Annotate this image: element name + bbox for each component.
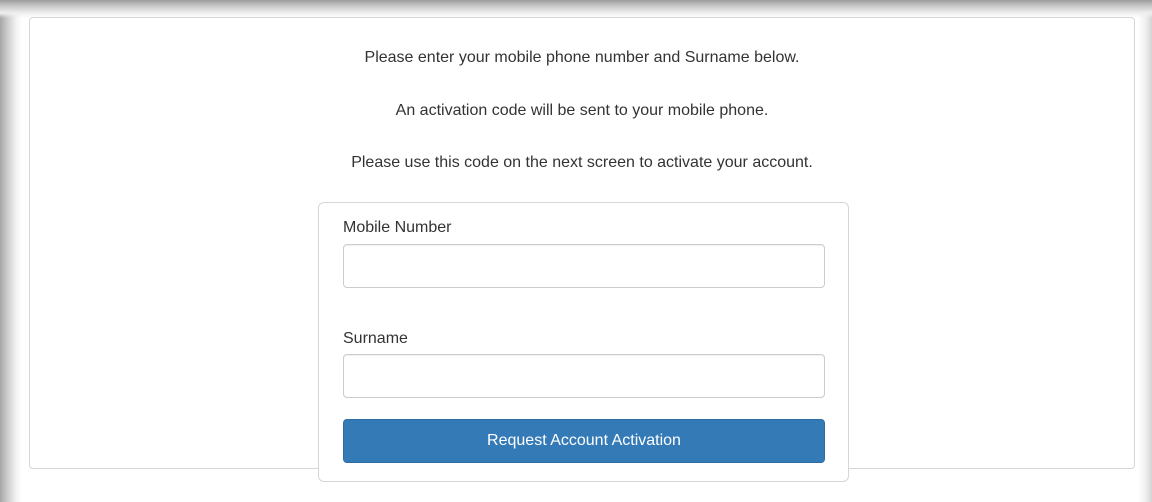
activation-panel: Please enter your mobile phone number an… xyxy=(29,17,1135,482)
activation-form-card: Mobile Number Surname Request Account Ac… xyxy=(318,202,849,482)
surname-label: Surname xyxy=(343,330,408,347)
mobile-number-input[interactable] xyxy=(343,244,825,288)
instruction-line-3: Please use this code on the next screen … xyxy=(351,154,813,171)
request-account-activation-button[interactable]: Request Account Activation xyxy=(343,419,825,463)
instruction-line-2: An activation code will be sent to your … xyxy=(395,102,769,119)
top-shadow xyxy=(0,0,1152,18)
mobile-number-label: Mobile Number xyxy=(343,219,452,236)
surname-input[interactable] xyxy=(343,354,825,398)
instruction-line-1: Please enter your mobile phone number an… xyxy=(364,49,800,66)
